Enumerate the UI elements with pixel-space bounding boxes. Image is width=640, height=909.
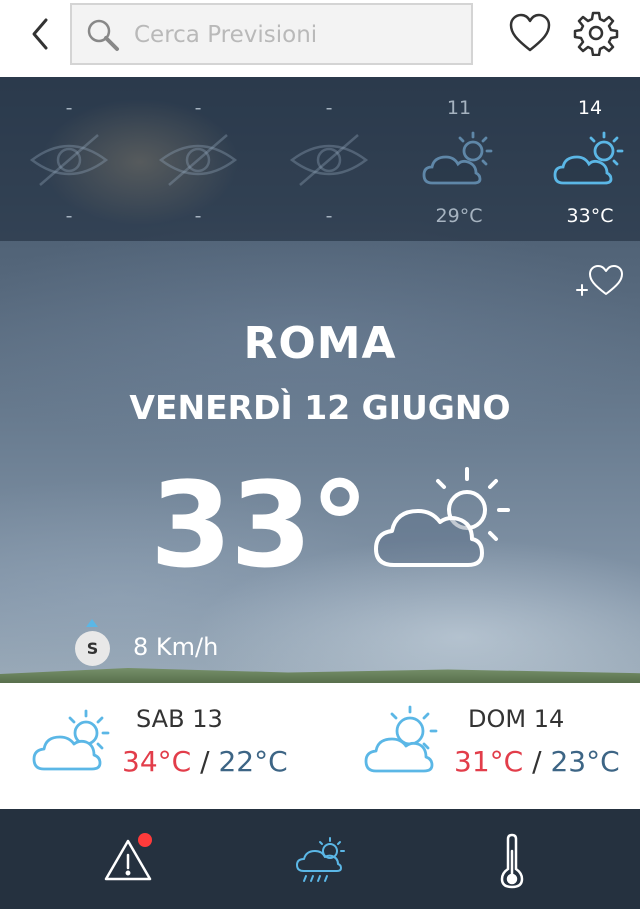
daily-temps: 34°C / 22°C [122,745,288,778]
settings-button[interactable] [573,10,619,57]
gear-icon [573,11,619,57]
daily-max-temp: 34°C [122,745,192,778]
daily-min-temp: 22°C [218,745,288,778]
nav-temperature[interactable] [482,831,542,891]
city-name: ROMA [243,318,397,369]
hourly-item[interactable]: - - [14,77,124,241]
hourly-item[interactable]: - - [143,77,253,241]
heart-icon [509,13,551,52]
hour-temp: - [325,205,333,227]
hour-time: - [65,97,73,119]
partly-cloudy-icon [422,131,493,185]
search-input[interactable] [134,15,454,55]
heart-plus-icon [576,265,623,296]
daily-max-temp: 31°C [454,745,524,778]
weather-rain-icon [296,837,345,882]
daily-item[interactable]: DOM 14 31°C / 23°C [320,683,640,809]
daily-forecast: SAB 13 34°C / 22°C DOM 14 31°C / 23°C [0,683,640,809]
wind-direction-badge: S [75,631,110,666]
daily-min-temp: 23°C [550,745,620,778]
daily-temps: 31°C / 23°C [454,745,620,778]
hour-time: 14 [577,97,603,119]
top-bar [0,0,640,77]
eye-off-icon [158,134,238,186]
favorites-button[interactable] [508,12,552,54]
wind-direction-arrow-icon [86,619,98,627]
add-favorite-button[interactable] [574,262,626,300]
hourly-item[interactable]: - - [274,77,384,241]
search-box[interactable] [70,3,473,65]
hourly-item-active[interactable]: 14 33°C [535,77,640,241]
alert-notification-badge [138,833,152,847]
hourly-item[interactable]: 11 29°C [404,77,514,241]
partly-cloudy-icon [364,705,438,773]
temp-separator: / [532,745,542,778]
daily-day-label: SAB 13 [136,705,223,733]
hour-time: 11 [446,97,472,119]
hour-temp: - [65,205,73,227]
partly-cloudy-icon [32,709,110,771]
hourly-forecast-strip[interactable]: - - - - - - 11 29°C 14 33°C [0,77,640,241]
thermometer-icon [500,833,524,889]
search-icon [87,19,119,51]
temp-separator: / [200,745,210,778]
chevron-left-icon [32,18,48,50]
nav-forecast[interactable] [292,831,352,891]
wind-speed: 8 Km/h [133,633,219,661]
hour-temp: 29°C [435,205,483,227]
daily-day-label: DOM 14 [468,705,565,733]
daily-item[interactable]: SAB 13 34°C / 22°C [0,683,320,809]
bottom-navigation [0,809,640,909]
eye-off-icon [29,134,109,186]
partly-cloudy-icon [374,467,510,567]
partly-cloudy-icon [553,131,624,185]
hour-temp: 33°C [566,205,614,227]
hour-temp: - [194,205,202,227]
hour-time: - [194,97,202,119]
current-temperature: 33° [150,456,369,594]
current-date: VENERDÌ 12 GIUGNO [129,388,511,427]
back-button[interactable] [22,14,58,54]
hour-time: - [325,97,333,119]
eye-off-icon [289,134,369,186]
